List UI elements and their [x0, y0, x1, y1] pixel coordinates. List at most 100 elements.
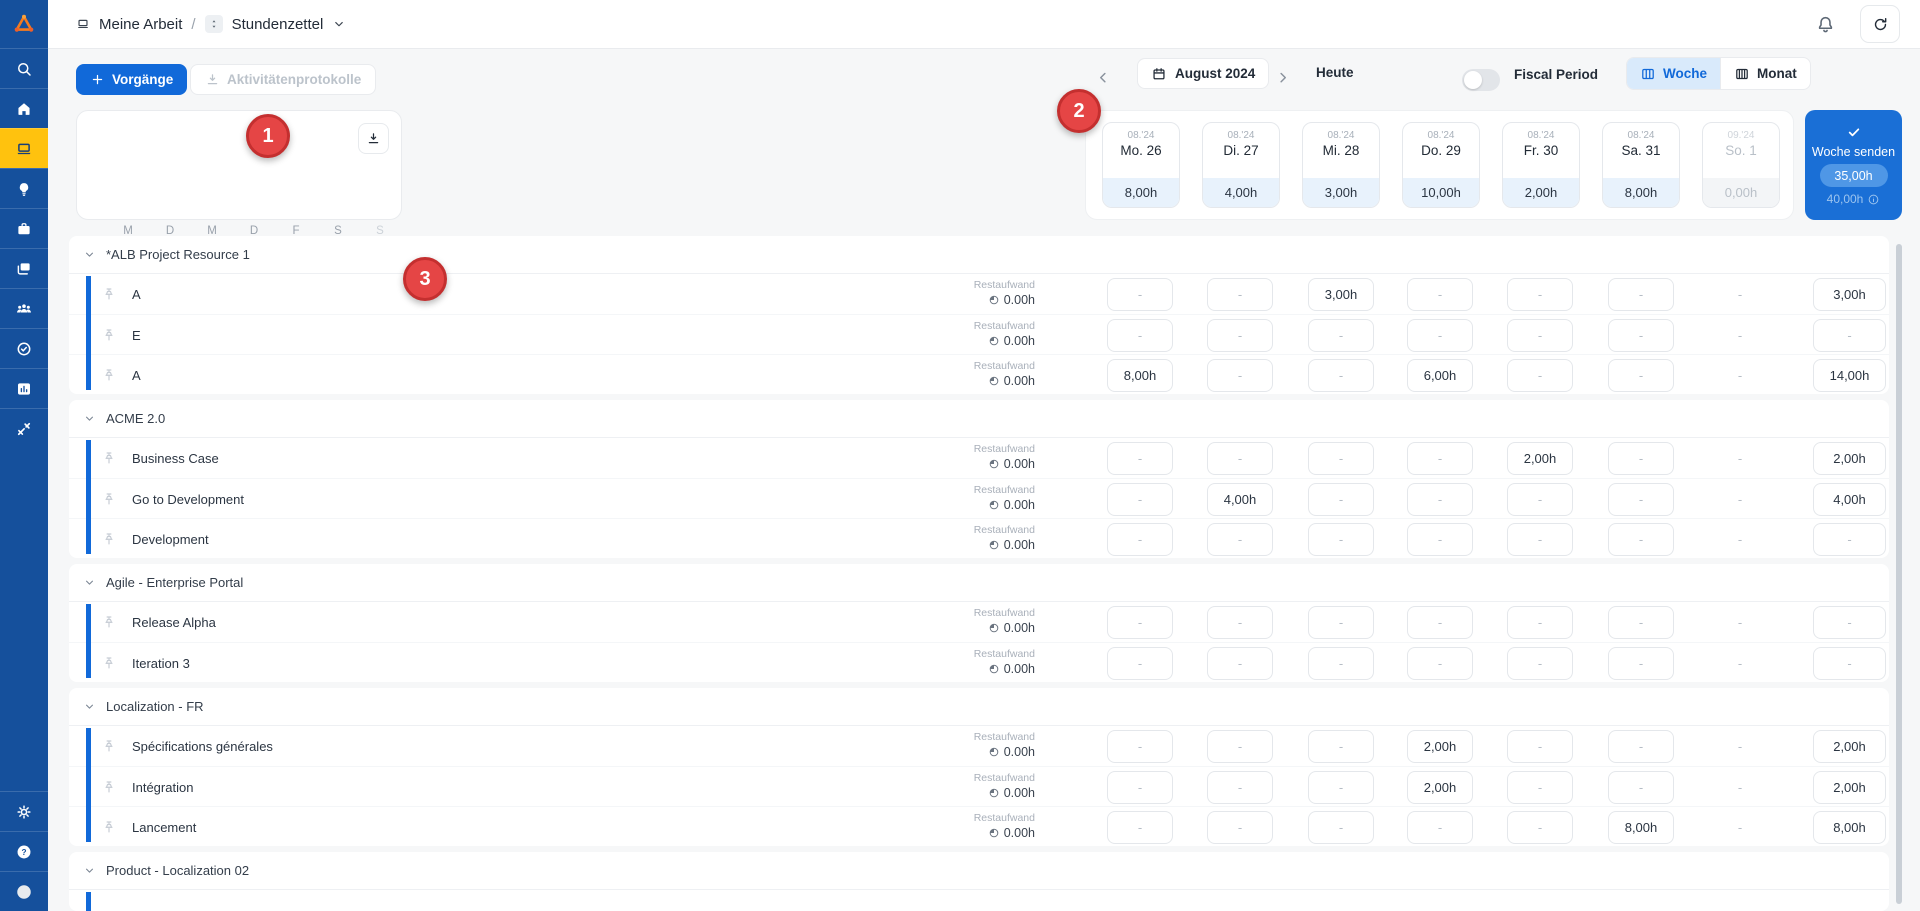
task-name[interactable]: Release Alpha — [132, 615, 216, 630]
hours-input-mo[interactable]: - — [1107, 647, 1173, 680]
hours-input-mo[interactable]: - — [1107, 442, 1173, 475]
export-week-button[interactable] — [358, 123, 389, 154]
sidebar-item-reports[interactable] — [0, 368, 48, 408]
hours-input-sa[interactable]: - — [1608, 730, 1674, 763]
hours-input-mo[interactable]: - — [1107, 730, 1173, 763]
hours-input-mo[interactable]: - — [1107, 606, 1173, 639]
hours-input-fr[interactable]: - — [1507, 647, 1573, 680]
task-name[interactable]: Development — [132, 532, 209, 547]
hours-input-mi[interactable]: - — [1308, 359, 1374, 392]
hours-input-do[interactable]: - — [1407, 442, 1473, 475]
pin-icon[interactable] — [101, 450, 117, 466]
task-name[interactable]: Business Case — [132, 451, 219, 466]
add-vorgaenge-button[interactable]: Vorgänge — [76, 64, 188, 95]
hours-input-sa[interactable]: - — [1608, 647, 1674, 680]
pin-icon[interactable] — [101, 819, 117, 835]
pin-icon[interactable] — [101, 779, 117, 795]
period-selector[interactable]: August 2024 — [1137, 58, 1270, 89]
hours-input-fr[interactable]: - — [1507, 606, 1573, 639]
hours-input-mi[interactable]: - — [1308, 483, 1374, 516]
hours-input-mi[interactable]: - — [1308, 771, 1374, 804]
hours-input-mi[interactable]: - — [1308, 811, 1374, 844]
swap-section-button[interactable] — [204, 15, 223, 33]
refresh-button[interactable] — [1860, 5, 1900, 43]
hours-input-di[interactable]: - — [1207, 319, 1273, 352]
hours-input-sa[interactable]: - — [1608, 606, 1674, 639]
hours-input-do[interactable]: - — [1407, 483, 1473, 516]
hours-input-fr[interactable]: - — [1507, 730, 1573, 763]
hours-input-mo[interactable]: - — [1107, 483, 1173, 516]
hours-input-di[interactable]: - — [1207, 730, 1273, 763]
hours-input-sa[interactable]: 8,00h — [1608, 811, 1674, 844]
sidebar-item-workspace[interactable] — [0, 208, 48, 248]
hours-input-mi[interactable]: - — [1308, 730, 1374, 763]
hours-input-fr[interactable]: - — [1507, 319, 1573, 352]
next-period-button[interactable] — [1274, 69, 1294, 89]
pin-icon[interactable] — [101, 491, 117, 507]
sidebar-item-profile[interactable] — [0, 871, 48, 911]
hours-input-di[interactable]: - — [1207, 647, 1273, 680]
task-name[interactable]: Spécifications générales — [132, 739, 273, 754]
sidebar-item-tools[interactable] — [0, 408, 48, 448]
hours-input-do[interactable]: - — [1407, 319, 1473, 352]
pin-icon[interactable] — [101, 738, 117, 754]
sidebar-item-search[interactable] — [0, 48, 48, 88]
today-button[interactable]: Heute — [1316, 65, 1354, 80]
hours-input-mi[interactable]: - — [1308, 442, 1374, 475]
hours-input-di[interactable]: - — [1207, 811, 1273, 844]
breadcrumb-page[interactable]: Stundenzettel — [232, 16, 324, 33]
hours-input-di[interactable]: - — [1207, 442, 1273, 475]
hours-input-mi[interactable]: - — [1308, 606, 1374, 639]
sidebar-item-team[interactable] — [0, 288, 48, 328]
hours-input-sa[interactable]: - — [1608, 483, 1674, 516]
sidebar-item-goals[interactable] — [0, 328, 48, 368]
hours-input-fr[interactable]: - — [1507, 523, 1573, 556]
task-name[interactable]: Intégration — [132, 780, 193, 795]
project-group-header[interactable]: *ALB Project Resource 1 — [69, 236, 1889, 274]
hours-input-mi[interactable]: - — [1308, 523, 1374, 556]
hours-input-fr[interactable]: - — [1507, 359, 1573, 392]
tab-month-view[interactable]: Monat — [1720, 58, 1810, 89]
hours-input-do[interactable]: - — [1407, 647, 1473, 680]
hours-input-di[interactable]: - — [1207, 606, 1273, 639]
tab-week-view[interactable]: Woche — [1627, 58, 1721, 89]
task-name[interactable]: Go to Development — [132, 492, 244, 507]
hours-input-mi[interactable]: - — [1308, 319, 1374, 352]
hours-input-fr[interactable]: - — [1507, 811, 1573, 844]
hours-input-do[interactable]: - — [1407, 523, 1473, 556]
submit-week-button[interactable]: Woche senden 35,00h 40,00h — [1805, 110, 1902, 220]
app-logo[interactable] — [0, 0, 48, 48]
project-group-header[interactable]: Localization - FR — [69, 688, 1889, 726]
notifications-button[interactable] — [1815, 14, 1836, 35]
sidebar-item-ideas[interactable] — [0, 168, 48, 208]
hours-input-mo[interactable]: - — [1107, 278, 1173, 311]
hours-input-sa[interactable]: - — [1608, 319, 1674, 352]
hours-input-do[interactable]: - — [1407, 811, 1473, 844]
pin-icon[interactable] — [101, 655, 117, 671]
hours-input-mo[interactable]: - — [1107, 811, 1173, 844]
hours-input-mi[interactable]: - — [1308, 647, 1374, 680]
hours-input-do[interactable]: - — [1407, 278, 1473, 311]
hours-input-fr[interactable]: - — [1507, 483, 1573, 516]
task-name[interactable]: A — [132, 287, 141, 302]
hours-input-mo[interactable]: - — [1107, 523, 1173, 556]
hours-input-do[interactable]: 6,00h — [1407, 359, 1473, 392]
hours-input-di[interactable]: - — [1207, 523, 1273, 556]
hours-input-fr[interactable]: - — [1507, 278, 1573, 311]
task-name[interactable]: Lancement — [132, 820, 196, 835]
sidebar-item-help[interactable]: ? — [0, 831, 48, 871]
hours-input-sa[interactable]: - — [1608, 523, 1674, 556]
vertical-scrollbar[interactable] — [1896, 244, 1902, 904]
hours-input-di[interactable]: 4,00h — [1207, 483, 1273, 516]
prev-period-button[interactable] — [1094, 69, 1114, 89]
hours-input-di[interactable]: - — [1207, 359, 1273, 392]
hours-input-mo[interactable]: - — [1107, 771, 1173, 804]
hours-input-do[interactable]: - — [1407, 606, 1473, 639]
sidebar-item-my-work[interactable] — [0, 128, 48, 168]
hours-input-do[interactable]: 2,00h — [1407, 771, 1473, 804]
project-group-header[interactable]: Product - Localization 02 — [69, 852, 1889, 890]
hours-input-sa[interactable]: - — [1608, 442, 1674, 475]
hours-input-mo[interactable]: 8,00h — [1107, 359, 1173, 392]
pin-icon[interactable] — [101, 367, 117, 383]
sidebar-item-settings[interactable] — [0, 791, 48, 831]
